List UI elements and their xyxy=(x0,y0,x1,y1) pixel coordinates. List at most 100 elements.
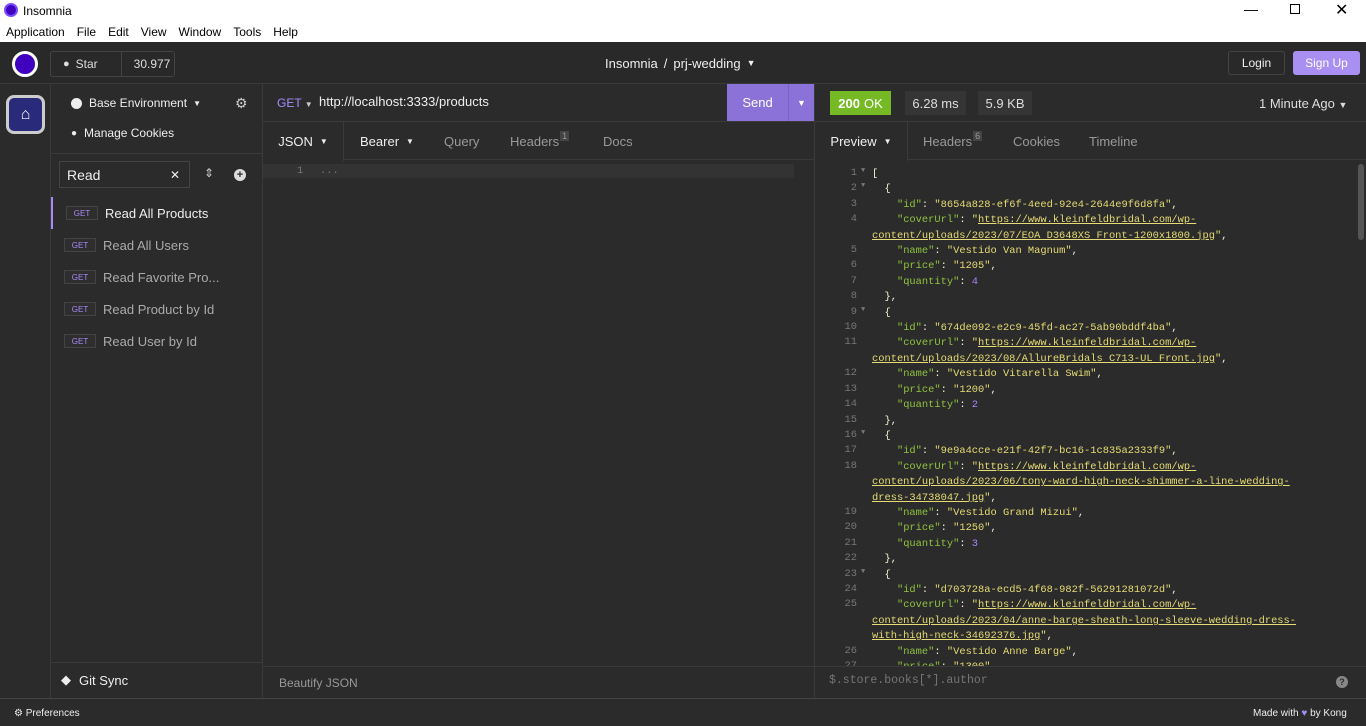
token: }, xyxy=(872,414,897,427)
code-line: 22 }, xyxy=(815,552,1355,567)
chevron-down-icon: ▼ xyxy=(406,136,414,146)
fold-arrow-icon[interactable]: ▼ xyxy=(861,167,865,175)
request-item[interactable]: GET Read Product by Id xyxy=(51,293,262,325)
url-input[interactable] xyxy=(319,94,719,109)
breadcrumb-root[interactable]: Insomnia xyxy=(605,56,658,71)
home-button[interactable]: ⌂ xyxy=(6,95,45,134)
request-item[interactable]: GET Read Favorite Pro... xyxy=(51,261,262,293)
tab-headers[interactable]: Headers 1 xyxy=(510,122,570,160)
heart-icon: ♥ xyxy=(1301,708,1308,719)
code-line: 26 "name": "Vestido Anne Barge", xyxy=(815,645,1355,660)
code-line: 9 ▼ { xyxy=(815,306,1355,321)
code-line: 13 "price": "1200", xyxy=(815,383,1355,398)
add-request-icon[interactable]: + xyxy=(234,169,246,181)
token: "1205" xyxy=(953,260,991,273)
response-status-bar: 200 OK 6.28 ms 5.9 KB 1 Minute Ago ▼ xyxy=(815,84,1366,122)
request-label: Read User by Id xyxy=(103,333,197,349)
token: "674de092-e2c9-45fd-ac27-5ab90bddf4ba" xyxy=(934,322,1172,335)
menu-window[interactable]: Window xyxy=(173,22,228,42)
request-item[interactable]: GET Read All Users xyxy=(51,229,262,261)
method-dropdown[interactable]: GET ▼ xyxy=(277,96,313,110)
token: "coverUrl" xyxy=(872,460,960,473)
fold-arrow-icon[interactable]: ▼ xyxy=(861,182,865,190)
insomnia-logo-icon[interactable] xyxy=(12,51,38,77)
body-editor[interactable]: 1 ... xyxy=(263,164,814,664)
token: "1200" xyxy=(953,383,991,396)
code-line: 25 "coverUrl": "https://www.kleinfeldbri… xyxy=(815,598,1355,644)
line-number: 21 xyxy=(844,536,857,549)
maximize-button[interactable] xyxy=(1290,4,1300,14)
manage-cookies-button[interactable]: ● Manage Cookies xyxy=(71,126,174,140)
tab-bearer[interactable]: Bearer ▼ xyxy=(360,122,414,160)
code-line: 18 "coverUrl": "https://www.kleinfeldbri… xyxy=(815,460,1355,506)
token: "name" xyxy=(872,645,935,658)
app-logo-icon xyxy=(4,3,18,17)
request-item[interactable]: GET Read User by Id xyxy=(51,325,262,357)
clear-filter-icon[interactable]: ✕ xyxy=(170,168,180,182)
menu-view[interactable]: View xyxy=(135,22,173,42)
title-bar: Insomnia — ✕ xyxy=(0,0,1366,22)
line-number: 9 xyxy=(850,305,857,318)
token: "quantity" xyxy=(872,399,960,412)
beautify-json-button[interactable]: Beautify JSON xyxy=(279,676,358,690)
token: "9e9a4cce-e21f-42f7-bc16-1c835a2333f9" xyxy=(934,445,1172,458)
token: "id" xyxy=(872,322,922,335)
git-icon: ◆ xyxy=(61,672,71,687)
scrollbar[interactable] xyxy=(1358,164,1364,240)
login-button[interactable]: Login xyxy=(1228,51,1285,75)
tab-timeline[interactable]: Timeline xyxy=(1089,122,1138,160)
project-dropdown[interactable]: prj-wedding xyxy=(673,56,740,71)
response-size-badge: 5.9 KB xyxy=(978,91,1032,115)
preferences-button[interactable]: ⚙ Preferences xyxy=(14,708,80,719)
environment-selector[interactable]: Base Environment ▼ xyxy=(71,96,201,110)
menu-file[interactable]: File xyxy=(71,22,102,42)
gear-icon[interactable]: ⚙ xyxy=(235,95,248,112)
filter-input[interactable]: Read ✕ xyxy=(59,161,190,188)
line-number: 10 xyxy=(844,321,857,334)
code-line: 21 "quantity": 3 xyxy=(815,537,1355,552)
github-star-button[interactable]: ● Star 30.977 xyxy=(50,51,175,77)
token: 4 xyxy=(971,275,979,288)
request-item[interactable]: GET Read All Products xyxy=(51,197,262,229)
line-number: 25 xyxy=(844,598,857,611)
token: "price" xyxy=(872,383,941,396)
sort-icon[interactable]: ⇕ xyxy=(204,166,214,180)
fold-arrow-icon[interactable]: ▼ xyxy=(861,429,865,437)
tab-docs[interactable]: Docs xyxy=(603,122,633,160)
line-number: 4 xyxy=(850,213,857,226)
git-sync-button[interactable]: ◆ Git Sync xyxy=(61,672,128,688)
menu-edit[interactable]: Edit xyxy=(102,22,135,42)
help-icon[interactable]: ? xyxy=(1336,676,1348,688)
response-time-badge: 6.28 ms xyxy=(905,91,966,115)
star-label: Star xyxy=(75,57,98,71)
tab-query[interactable]: Query xyxy=(444,122,479,160)
menu-tools[interactable]: Tools xyxy=(227,22,267,42)
token: 2 xyxy=(971,399,979,412)
send-button[interactable]: Send ▼ xyxy=(727,84,814,121)
status-footer: ⚙ Preferences Made with ♥ by Kong xyxy=(0,698,1366,726)
history-dropdown[interactable]: 1 Minute Ago ▼ xyxy=(1259,96,1347,111)
token: , xyxy=(990,491,997,504)
folded-content[interactable]: ... xyxy=(320,165,339,177)
environment-label: Base Environment xyxy=(89,96,188,110)
signup-button[interactable]: Sign Up xyxy=(1293,51,1360,75)
line-number: 24 xyxy=(844,582,857,595)
response-filter-input[interactable] xyxy=(829,674,1309,687)
navigation-rail: ⌂ xyxy=(0,84,51,698)
tab-headers[interactable]: Headers 6 xyxy=(923,122,983,160)
tab-cookies[interactable]: Cookies xyxy=(1013,122,1060,160)
line-number: 26 xyxy=(844,644,857,657)
minimize-button[interactable]: — xyxy=(1244,1,1258,17)
send-options-chevron-icon[interactable]: ▼ xyxy=(788,84,814,121)
token: : xyxy=(959,399,972,412)
menu-help[interactable]: Help xyxy=(267,22,304,42)
code-line: 17 "id": "9e9a4cce-e21f-42f7-bc16-1c835a… xyxy=(815,444,1355,459)
fold-arrow-icon[interactable]: ▼ xyxy=(861,306,865,314)
close-button[interactable]: ✕ xyxy=(1335,0,1348,20)
token: "name" xyxy=(872,245,935,258)
tab-json[interactable]: JSON ▼ xyxy=(263,122,344,161)
fold-arrow-icon[interactable]: ▼ xyxy=(861,568,865,576)
menu-application[interactable]: Application xyxy=(0,22,71,42)
token: : xyxy=(959,275,972,288)
tab-preview[interactable]: Preview ▼ xyxy=(815,122,908,161)
